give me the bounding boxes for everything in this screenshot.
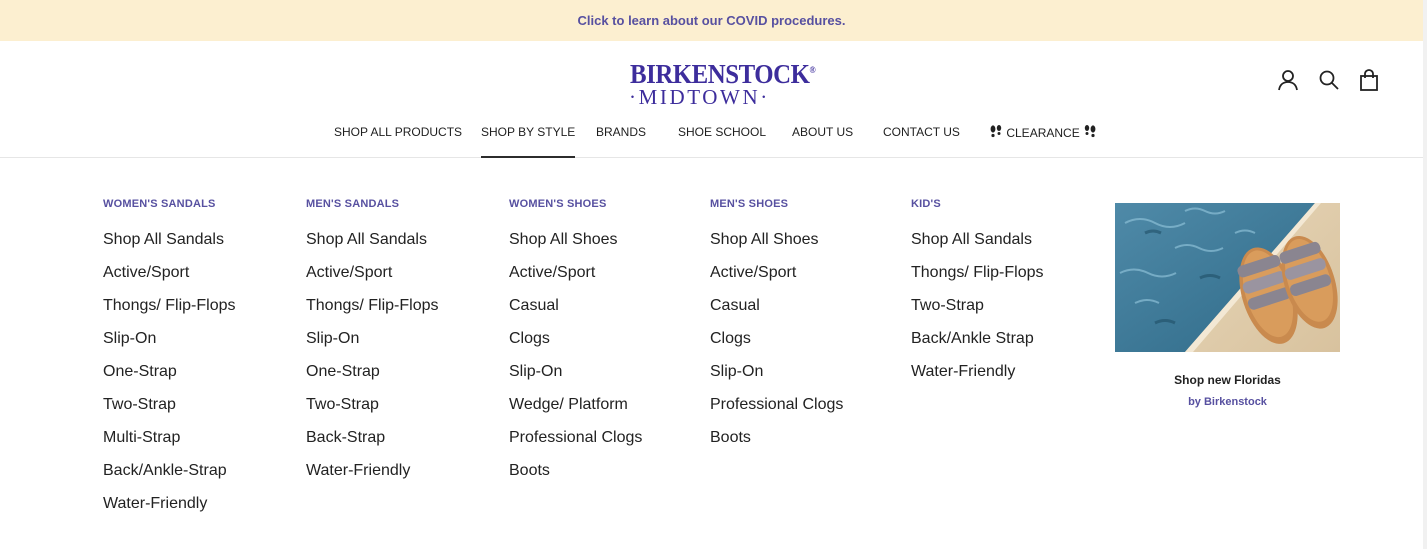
menu-link[interactable]: Two-Strap bbox=[911, 296, 1044, 329]
menu-link[interactable]: Active/Sport bbox=[306, 263, 439, 296]
menu-link[interactable]: Active/Sport bbox=[710, 263, 843, 296]
menu-link[interactable]: Two-Strap bbox=[103, 395, 236, 428]
menu-link[interactable]: Casual bbox=[710, 296, 843, 329]
menu-link[interactable]: Shop All Sandals bbox=[103, 230, 236, 263]
menu-link[interactable]: Thongs/ Flip-Flops bbox=[911, 263, 1044, 296]
promo-title[interactable]: Shop new Floridas bbox=[1115, 373, 1340, 387]
menu-link[interactable]: Thongs/ Flip-Flops bbox=[103, 296, 236, 329]
menu-link[interactable]: Shop All Shoes bbox=[509, 230, 642, 263]
menu-column-mens-sandals: MEN'S SANDALS Shop All Sandals Active/Sp… bbox=[306, 197, 439, 479]
menu-link[interactable]: Multi-Strap bbox=[103, 428, 236, 461]
footprints-icon bbox=[1083, 125, 1097, 142]
menu-link[interactable]: Clogs bbox=[710, 329, 843, 362]
column-heading[interactable]: WOMEN'S SANDALS bbox=[103, 197, 216, 213]
logo-subline: ·MIDTOWN· bbox=[629, 85, 770, 109]
link-list: Shop All Sandals Active/Sport Thongs/ Fl… bbox=[306, 230, 439, 494]
logo-wordmark: BIRKENSTOCK® bbox=[630, 59, 816, 89]
site-header: BIRKENSTOCK® ·MIDTOWN· SHOP ALL PRODUCTS… bbox=[0, 41, 1423, 158]
link-list: Shop All Shoes Active/Sport Casual Clogs… bbox=[710, 230, 843, 461]
menu-column-womens-sandals: WOMEN'S SANDALS Shop All Sandals Active/… bbox=[103, 197, 236, 512]
menu-link[interactable]: Professional Clogs bbox=[509, 428, 642, 461]
menu-link[interactable]: Slip-On bbox=[103, 329, 236, 362]
account-icon[interactable] bbox=[1277, 69, 1299, 91]
menu-link[interactable]: Water-Friendly bbox=[911, 362, 1044, 395]
menu-link[interactable]: Two-Strap bbox=[306, 395, 439, 428]
menu-link[interactable]: Thongs/ Flip-Flops bbox=[306, 296, 439, 329]
menu-link[interactable]: Professional Clogs bbox=[710, 395, 843, 428]
menu-link[interactable]: Boots bbox=[710, 428, 843, 461]
promo-card: Shop new Floridas by Birkenstock bbox=[1115, 203, 1340, 408]
cart-bag-icon[interactable] bbox=[1358, 69, 1380, 91]
menu-link[interactable]: Slip-On bbox=[710, 362, 843, 395]
menu-link[interactable]: Back/Ankle-Strap bbox=[103, 461, 236, 494]
nav-brands[interactable]: BRANDS bbox=[596, 125, 646, 158]
nav-clearance[interactable]: CLEARANCE bbox=[989, 125, 1097, 158]
menu-link[interactable]: Back/Ankle Strap bbox=[911, 329, 1044, 362]
menu-link[interactable]: Shop All Shoes bbox=[710, 230, 843, 263]
menu-column-kids: KID'S Shop All Sandals Thongs/ Flip-Flop… bbox=[911, 197, 1044, 380]
main-nav: SHOP ALL PRODUCTS SHOP BY STYLE BRANDS S… bbox=[0, 125, 1423, 158]
link-list: Shop All Shoes Active/Sport Casual Clogs… bbox=[509, 230, 642, 494]
menu-link[interactable]: Shop All Sandals bbox=[306, 230, 439, 263]
column-heading[interactable]: WOMEN'S SHOES bbox=[509, 197, 607, 213]
nav-shop-all-products[interactable]: SHOP ALL PRODUCTS bbox=[334, 125, 462, 158]
promo-sandal-image[interactable] bbox=[1115, 203, 1340, 352]
promo-subtitle: by Birkenstock bbox=[1188, 396, 1267, 408]
menu-link[interactable]: Boots bbox=[509, 461, 642, 494]
menu-link[interactable]: Casual bbox=[509, 296, 642, 329]
search-icon[interactable] bbox=[1318, 69, 1340, 91]
nav-contact-us[interactable]: CONTACT US bbox=[883, 125, 960, 158]
menu-link[interactable]: Clogs bbox=[509, 329, 642, 362]
menu-link[interactable]: Back-Strap bbox=[306, 428, 439, 461]
menu-link[interactable]: Slip-On bbox=[306, 329, 439, 362]
footprints-icon bbox=[989, 125, 1003, 142]
announcement-bar[interactable]: Click to learn about our COVID procedure… bbox=[0, 0, 1423, 41]
nav-shoe-school[interactable]: SHOE SCHOOL bbox=[678, 125, 766, 158]
nav-shop-by-style[interactable]: SHOP BY STYLE bbox=[481, 125, 576, 158]
menu-link[interactable]: Shop All Sandals bbox=[911, 230, 1044, 263]
menu-link[interactable]: Water-Friendly bbox=[306, 461, 439, 494]
nav-about-us[interactable]: ABOUT US bbox=[792, 125, 853, 158]
menu-link[interactable]: One-Strap bbox=[306, 362, 439, 395]
menu-column-womens-shoes: WOMEN'S SHOES Shop All Shoes Active/Spor… bbox=[509, 197, 642, 479]
brand-logo[interactable]: BIRKENSTOCK® ·MIDTOWN· bbox=[629, 56, 816, 109]
menu-column-mens-shoes: MEN'S SHOES Shop All Shoes Active/Sport … bbox=[710, 197, 843, 446]
column-heading[interactable]: MEN'S SANDALS bbox=[306, 197, 399, 213]
menu-link[interactable]: Active/Sport bbox=[509, 263, 642, 296]
column-heading[interactable]: KID'S bbox=[911, 197, 941, 213]
menu-link[interactable]: Active/Sport bbox=[103, 263, 236, 296]
column-heading[interactable]: MEN'S SHOES bbox=[710, 197, 788, 213]
page-scrollbar[interactable] bbox=[1423, 0, 1427, 549]
menu-link[interactable]: One-Strap bbox=[103, 362, 236, 395]
link-list: Shop All Sandals Active/Sport Thongs/ Fl… bbox=[103, 230, 236, 527]
menu-link[interactable]: Slip-On bbox=[509, 362, 642, 395]
link-list: Shop All Sandals Thongs/ Flip-Flops Two-… bbox=[911, 230, 1044, 395]
menu-link[interactable]: Water-Friendly bbox=[103, 494, 236, 527]
menu-link[interactable]: Wedge/ Platform bbox=[509, 395, 642, 428]
